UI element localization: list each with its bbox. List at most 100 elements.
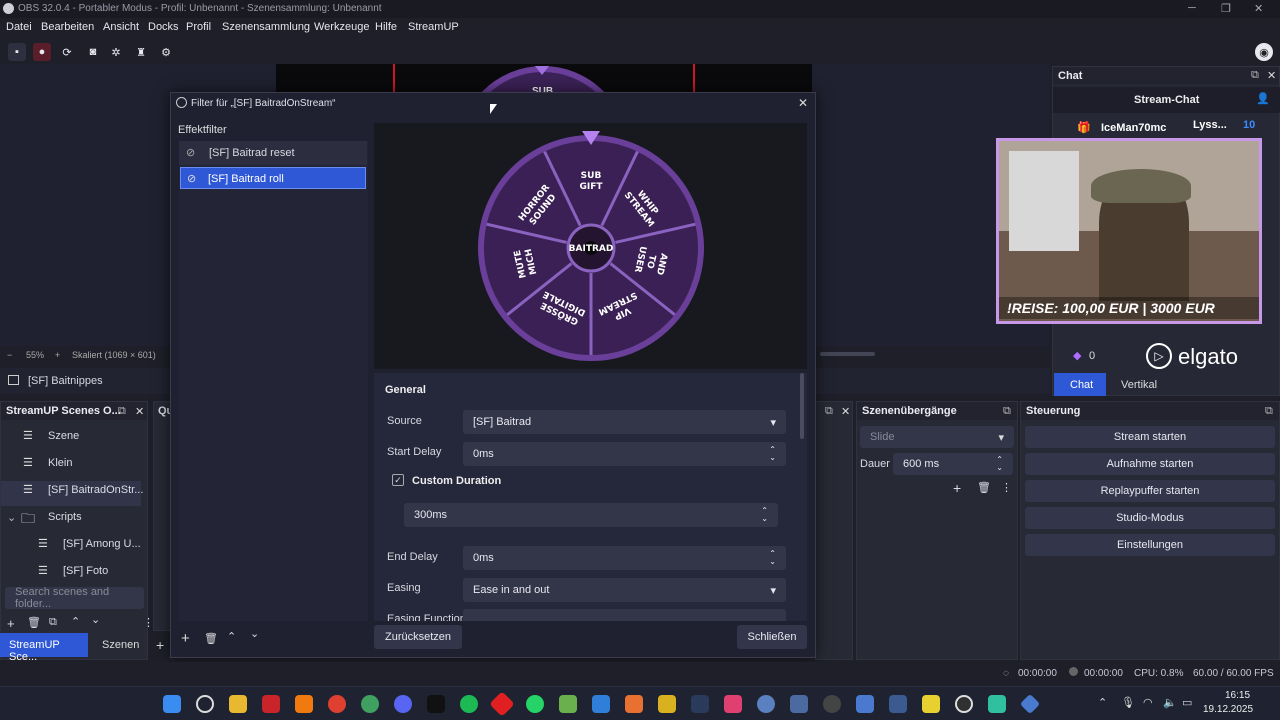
trash-icon[interactable]: 🗑 xyxy=(977,481,991,494)
steam-icon[interactable] xyxy=(691,695,709,713)
chrome-profile-icon[interactable] xyxy=(361,695,379,713)
dock-close-icon[interactable]: ✕ xyxy=(135,405,144,418)
camera-icon[interactable]: ◙ xyxy=(84,43,102,61)
easing-select[interactable]: Ease in and out ▾ xyxy=(463,578,786,602)
vscode-icon[interactable] xyxy=(592,695,610,713)
trash-icon[interactable]: 🗑 xyxy=(27,616,41,629)
filezilla-icon[interactable] xyxy=(262,695,280,713)
app-gamepad-icon[interactable] xyxy=(724,695,742,713)
menu-bearbeiten[interactable]: Bearbeiten xyxy=(41,21,94,33)
tray-chevron-up-icon[interactable]: ⌃ xyxy=(1098,696,1107,709)
filter-item-roll[interactable]: ⊘ [SF] Baitrad roll xyxy=(180,167,366,189)
clock-date[interactable]: 19.12.2025 xyxy=(1203,704,1253,715)
menu-werkzeuge[interactable]: Werkzeuge xyxy=(314,21,369,33)
reset-button[interactable]: Zurücksetzen xyxy=(374,625,462,649)
chat-user2[interactable]: Lyss... xyxy=(1193,119,1227,131)
discord-icon[interactable] xyxy=(394,695,412,713)
app-circle-icon[interactable] xyxy=(757,695,775,713)
arrow-down-icon[interactable]: ⌄ xyxy=(250,627,259,640)
battery-icon[interactable]: ▭ xyxy=(1182,696,1192,709)
app-r-icon[interactable] xyxy=(658,695,676,713)
app-settings-icon[interactable] xyxy=(823,695,841,713)
undock-icon[interactable]: ⧉ xyxy=(118,405,126,418)
minimize-icon[interactable]: ─ xyxy=(1188,2,1196,14)
scene-folder-scripts[interactable]: Scripts xyxy=(48,511,82,523)
transition-select[interactable]: Slide ▾ xyxy=(860,426,1014,448)
menu-docks[interactable]: Docks xyxy=(148,21,179,33)
tab-szenen[interactable]: Szenen xyxy=(90,633,148,657)
close-window-icon[interactable]: ✕ xyxy=(1254,2,1263,15)
custom-duration-input[interactable]: 300ms ⌃ ⌄ xyxy=(404,503,778,527)
preview-hscrollbar[interactable] xyxy=(820,352,875,356)
dialog-close-icon[interactable]: ✕ xyxy=(798,96,808,110)
chrome-icon[interactable] xyxy=(328,695,346,713)
file-explorer-icon[interactable] xyxy=(229,695,247,713)
arrow-up-icon[interactable]: ⌃ xyxy=(227,630,236,643)
users-icon[interactable]: 👤 xyxy=(1256,92,1270,105)
spotify-icon[interactable] xyxy=(460,695,478,713)
undock-icon[interactable]: ⧉ xyxy=(1003,405,1011,418)
wifi-icon[interactable]: ◠ xyxy=(1143,696,1153,709)
arrow-up-icon[interactable]: ⌃ xyxy=(71,615,80,628)
zoom-minus-button[interactable]: − xyxy=(7,350,12,360)
more-icon[interactable]: ⋮ xyxy=(1001,481,1012,494)
streamup-icon[interactable]: ◉ xyxy=(1255,43,1273,61)
filter-item-reset[interactable]: ⊘ [SF] Baitrad reset xyxy=(179,141,367,165)
refresh-icon[interactable]: ⟳ xyxy=(58,43,76,61)
tab-chat[interactable]: Chat xyxy=(1054,373,1106,396)
app-remote-icon[interactable] xyxy=(790,695,808,713)
end-delay-input[interactable]: 0ms ⌃ ⌄ xyxy=(463,546,786,570)
tab-streamup-scenes[interactable]: StreamUP Sce... xyxy=(0,633,88,663)
copy-icon[interactable]: ⧉ xyxy=(49,616,57,629)
app-diamond3-icon[interactable] xyxy=(1019,693,1041,715)
eye-hidden-icon[interactable]: ⊘ xyxy=(186,146,195,159)
undock-icon[interactable]: ⧉ xyxy=(1265,405,1273,418)
dock-close-icon[interactable]: ✕ xyxy=(1267,69,1276,82)
maximize-icon[interactable]: ❐ xyxy=(1221,2,1231,15)
scene-item-among[interactable]: [SF] Among U... xyxy=(63,538,141,550)
start-delay-input[interactable]: 0ms ⌃ ⌄ xyxy=(463,442,786,466)
studio-mode-button[interactable]: Studio-Modus xyxy=(1025,507,1275,529)
vlc-icon[interactable] xyxy=(295,695,313,713)
undock-icon[interactable]: ⧉ xyxy=(1251,69,1259,82)
virtual-cam-icon[interactable]: ▪ xyxy=(8,43,26,61)
menu-profil[interactable]: Profil xyxy=(186,21,211,33)
chat-user[interactable]: IceMan70mc xyxy=(1101,122,1166,134)
properties-scrollbar[interactable] xyxy=(800,373,804,439)
search-icon[interactable] xyxy=(196,695,214,713)
scene-item-baitrad[interactable]: [SF] BaitradOnStr... xyxy=(48,484,143,496)
start-stream-button[interactable]: Stream starten xyxy=(1025,426,1275,448)
menu-hilfe[interactable]: Hilfe xyxy=(375,21,397,33)
audio-app-icon[interactable] xyxy=(988,695,1006,713)
microphone-icon[interactable]: 🎙 xyxy=(1121,696,1135,709)
menu-ansicht[interactable]: Ansicht xyxy=(103,21,139,33)
scene-item-szene[interactable]: Szene xyxy=(48,430,79,442)
whatsapp-icon[interactable] xyxy=(526,695,544,713)
add-scene-icon[interactable]: + xyxy=(156,637,164,653)
app-palette-icon[interactable] xyxy=(889,695,907,713)
scene-search-input[interactable]: Search scenes and folder... xyxy=(5,586,144,610)
settings-button[interactable]: Einstellungen xyxy=(1025,534,1275,556)
clock-time[interactable]: 16:15 xyxy=(1225,690,1250,701)
undock-icon[interactable]: ⧉ xyxy=(825,405,833,418)
eye-hidden-icon[interactable]: ⊘ xyxy=(187,172,196,185)
dock-close-icon[interactable]: ✕ xyxy=(841,405,850,418)
start-replay-buffer-button[interactable]: Replaypuffer starten xyxy=(1025,480,1275,502)
speaker-icon[interactable]: 🔈 xyxy=(1163,696,1177,709)
plugin-icon[interactable]: ✲ xyxy=(107,43,125,61)
notepad-icon[interactable] xyxy=(559,695,577,713)
settings-gear-icon[interactable]: ⚙ xyxy=(157,43,175,61)
start-recording-button[interactable]: Aufnahme starten xyxy=(1025,453,1275,475)
app-diamond-icon[interactable] xyxy=(489,691,515,717)
menu-datei[interactable]: Datei xyxy=(6,21,32,33)
menu-streamup[interactable]: StreamUP xyxy=(408,21,459,33)
duration-input[interactable]: 600 ms ⌃ ⌄ xyxy=(893,453,1013,475)
windows-start-icon[interactable] xyxy=(163,695,181,713)
add-filter-icon[interactable]: + xyxy=(181,630,190,647)
chevron-down-icon[interactable]: ⌄ xyxy=(7,511,16,524)
obs-taskbar-icon[interactable] xyxy=(955,695,973,713)
app-diamond2-icon[interactable] xyxy=(856,695,874,713)
epic-games-icon[interactable] xyxy=(427,695,445,713)
affinity-icon[interactable] xyxy=(625,695,643,713)
trash-icon[interactable]: 🗑 xyxy=(204,632,218,645)
